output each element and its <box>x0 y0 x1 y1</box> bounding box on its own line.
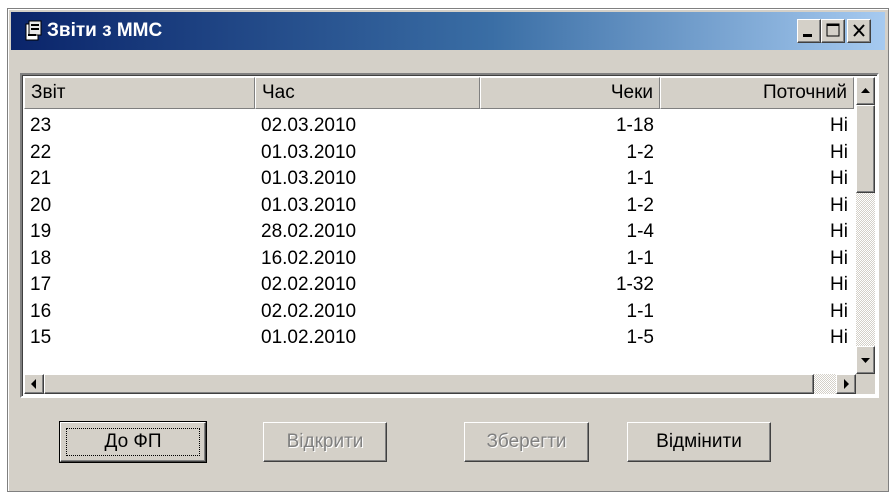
column-header-receipts[interactable]: Чеки <box>480 77 660 109</box>
horizontal-scroll-thumb[interactable] <box>44 374 814 394</box>
minimize-icon <box>803 34 812 37</box>
cell-receipts: 1-2 <box>626 194 654 216</box>
cancel-button[interactable]: Відмінити <box>627 422 771 462</box>
cell-report: 20 <box>30 194 52 216</box>
cell-report: 22 <box>30 141 52 163</box>
table-row[interactable]: 20 01.03.2010 1-2 Ні <box>24 193 854 220</box>
table-row[interactable]: 16 02.02.2010 1-1 Ні <box>24 299 854 326</box>
vertical-scroll-thumb[interactable] <box>856 105 875 193</box>
open-button[interactable]: Відкрити <box>263 422 387 462</box>
cell-report: 15 <box>30 327 52 348</box>
cell-receipts: 1-18 <box>615 115 654 136</box>
cell-receipts: 1-5 <box>626 327 654 348</box>
cell-time: 02.02.2010 <box>261 274 357 295</box>
cell-time: 01.03.2010 <box>261 194 357 216</box>
save-button[interactable]: Зберегти <box>464 422 589 462</box>
save-button-label: Зберегти <box>486 431 567 452</box>
cell-report: 18 <box>30 247 52 269</box>
cell-receipts: 1-2 <box>626 141 654 163</box>
close-button[interactable] <box>847 19 871 43</box>
cell-current: Ні <box>830 168 848 189</box>
cell-time: 02.03.2010 <box>261 115 357 136</box>
arrow-down-icon <box>861 358 870 363</box>
cancel-button-label: Відмінити <box>656 431 742 452</box>
scroll-left-button[interactable] <box>24 374 44 394</box>
table-row[interactable]: 21 01.03.2010 1-1 Ні <box>24 166 854 193</box>
cell-current: Ні <box>830 221 848 242</box>
scroll-right-button[interactable] <box>836 374 856 394</box>
cell-receipts: 1-1 <box>626 300 654 322</box>
table-row[interactable]: 17 02.02.2010 1-32 Ні <box>24 272 854 299</box>
cell-report: 19 <box>30 221 52 242</box>
scroll-down-button[interactable] <box>856 346 875 374</box>
cell-report: 23 <box>30 115 52 136</box>
minimize-button[interactable] <box>797 19 821 43</box>
arrow-up-icon <box>861 88 870 93</box>
table-row[interactable]: 22 01.03.2010 1-2 Ні <box>24 140 854 167</box>
scrollbar-corner <box>856 374 875 394</box>
cell-current: Ні <box>830 327 848 348</box>
reports-list[interactable]: Звіт Час Чеки Поточний 23 02.03.2010 1-1… <box>20 73 879 398</box>
cell-time: 01.03.2010 <box>261 168 357 189</box>
list-rows: 23 02.03.2010 1-18 Ні 22 01.03.2010 1-2 … <box>24 113 854 352</box>
cell-current: Ні <box>830 247 848 269</box>
table-row[interactable]: 15 01.02.2010 1-5 Ні <box>24 325 854 352</box>
cell-receipts: 1-32 <box>615 274 654 295</box>
table-row[interactable]: 19 28.02.2010 1-4 Ні <box>24 219 854 246</box>
list-header: Звіт Час Чеки Поточний <box>24 77 854 109</box>
arrow-left-icon <box>31 379 36 389</box>
focus-rectangle <box>66 428 200 456</box>
maximize-button[interactable] <box>821 19 845 43</box>
open-button-label: Відкрити <box>286 431 364 452</box>
cell-receipts: 1-1 <box>626 168 654 189</box>
reports-dialog: Звіти з ММС Звіт Час Чеки Поточний 23 02… <box>7 8 889 492</box>
table-row[interactable]: 23 02.03.2010 1-18 Ні <box>24 113 854 140</box>
cell-current: Ні <box>830 194 848 216</box>
title-bar[interactable]: Звіти з ММС <box>11 12 885 50</box>
vertical-scrollbar[interactable] <box>856 77 875 374</box>
cell-receipts: 1-1 <box>626 247 654 269</box>
scroll-up-button[interactable] <box>856 77 875 105</box>
cell-receipts: 1-4 <box>626 221 654 242</box>
cell-time: 02.02.2010 <box>261 300 357 322</box>
cell-time: 28.02.2010 <box>261 221 357 242</box>
maximize-icon <box>826 23 840 37</box>
arrow-right-icon <box>844 379 849 389</box>
column-header-report[interactable]: Звіт <box>24 77 255 109</box>
cell-current: Ні <box>830 141 848 163</box>
app-document-icon <box>23 20 43 42</box>
cell-report: 16 <box>30 300 52 322</box>
cell-current: Ні <box>830 115 848 136</box>
table-row[interactable]: 18 16.02.2010 1-1 Ні <box>24 246 854 273</box>
cell-current: Ні <box>830 274 848 295</box>
horizontal-scrollbar[interactable] <box>24 374 856 394</box>
cell-report: 17 <box>30 274 52 295</box>
window-title: Звіти з ММС <box>47 20 163 41</box>
cell-time: 01.02.2010 <box>261 327 357 348</box>
column-header-time[interactable]: Час <box>255 77 480 109</box>
to-fp-button[interactable]: До ФП <box>59 421 207 463</box>
cell-time: 16.02.2010 <box>261 247 357 269</box>
cell-report: 21 <box>30 168 52 189</box>
column-header-current[interactable]: Поточний <box>660 77 854 109</box>
cell-current: Ні <box>830 300 848 322</box>
close-icon <box>853 24 865 37</box>
cell-time: 01.03.2010 <box>261 141 357 163</box>
